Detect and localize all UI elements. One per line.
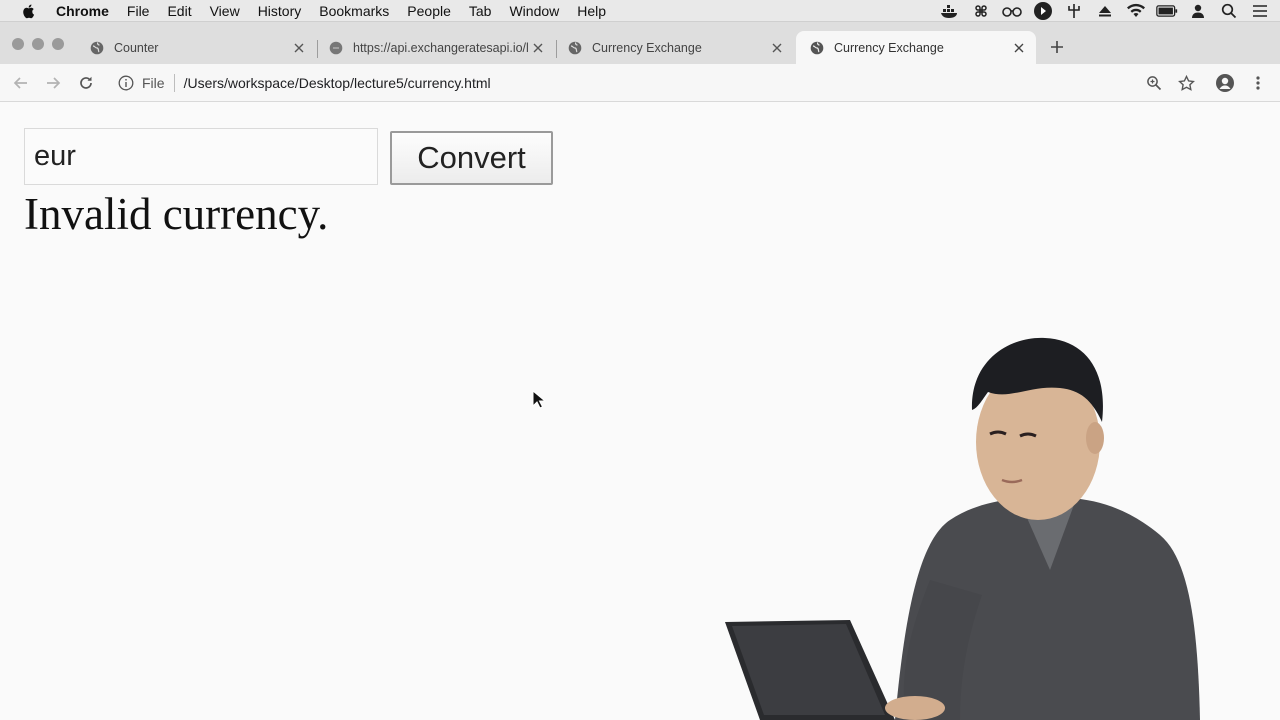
menu-view[interactable]: View: [210, 3, 240, 19]
bookmark-star-icon[interactable]: [1176, 73, 1196, 93]
globe-icon: [90, 41, 104, 54]
tab-title: Currency Exchange: [592, 40, 702, 55]
notification-center-icon[interactable]: [1249, 2, 1271, 20]
menu-history[interactable]: History: [258, 3, 302, 19]
menu-app-chrome[interactable]: Chrome: [56, 3, 109, 19]
menu-edit[interactable]: Edit: [167, 3, 191, 19]
browser-toolbar: File /Users/workspace/Desktop/lecture5/c…: [0, 64, 1280, 102]
new-tab-plus-icon[interactable]: [1046, 36, 1068, 58]
url-text[interactable]: /Users/workspace/Desktop/lecture5/curren…: [184, 75, 491, 91]
currency-input[interactable]: [24, 128, 378, 185]
back-arrow-icon[interactable]: [11, 73, 31, 93]
tab-exchangeratesapi[interactable]: https://api.exchangeratesapi.io/l: [315, 31, 555, 64]
command-key-icon[interactable]: [970, 2, 992, 20]
page-icon: [329, 41, 343, 54]
close-icon[interactable]: [1010, 39, 1028, 57]
menu-file[interactable]: File: [127, 3, 150, 19]
tab-counter[interactable]: Counter: [76, 31, 316, 64]
window-zoom-button[interactable]: [52, 38, 64, 50]
glasses-icon[interactable]: [1001, 2, 1023, 20]
user-account-icon[interactable]: [1187, 2, 1209, 20]
status-menu-extras: [939, 0, 1280, 22]
convert-button[interactable]: Convert: [390, 131, 553, 185]
more-menu-icon[interactable]: [1248, 73, 1268, 93]
menu-bookmarks[interactable]: Bookmarks: [319, 3, 389, 19]
close-icon[interactable]: [290, 39, 308, 57]
globe-icon: [810, 41, 824, 54]
presenter-video-overlay: [725, 337, 1200, 720]
menu-tab[interactable]: Tab: [469, 3, 492, 19]
close-icon[interactable]: [529, 39, 547, 57]
menu-help[interactable]: Help: [577, 3, 606, 19]
window-minimize-button[interactable]: [32, 38, 44, 50]
info-icon[interactable]: [118, 75, 134, 91]
spotlight-search-icon[interactable]: [1218, 2, 1240, 20]
tab-title: Currency Exchange: [834, 40, 944, 55]
browser-tab-strip: Counter https://api.exchangeratesapi.io/…: [0, 22, 1280, 64]
globe-icon: [568, 41, 582, 54]
address-bar[interactable]: File /Users/workspace/Desktop/lecture5/c…: [108, 68, 1208, 98]
window-close-button[interactable]: [12, 38, 24, 50]
tab-title: https://api.exchangeratesapi.io/l: [353, 40, 529, 55]
forward-arrow-icon[interactable]: [43, 73, 63, 93]
tab-currency-exchange-active[interactable]: Currency Exchange: [796, 31, 1036, 64]
pitchfork-icon[interactable]: [1063, 2, 1085, 20]
play-circle-icon[interactable]: [1032, 2, 1054, 20]
menu-people[interactable]: People: [407, 3, 451, 19]
profile-avatar-icon[interactable]: [1215, 73, 1235, 93]
reload-icon[interactable]: [76, 73, 96, 93]
menu-window[interactable]: Window: [509, 3, 559, 19]
eject-icon[interactable]: [1094, 2, 1116, 20]
result-message: Invalid currency.: [24, 189, 329, 239]
docker-icon[interactable]: [939, 2, 961, 20]
apple-icon[interactable]: [20, 2, 38, 20]
wifi-icon[interactable]: [1125, 2, 1147, 20]
close-icon[interactable]: [768, 39, 786, 57]
macos-menu-bar: Chrome File Edit View History Bookmarks …: [0, 0, 1280, 22]
address-divider: [173, 74, 175, 92]
zoom-icon[interactable]: [1144, 73, 1164, 93]
scheme-label: File: [142, 75, 165, 91]
mouse-cursor-icon: [532, 390, 546, 409]
tab-currency-exchange-1[interactable]: Currency Exchange: [554, 31, 794, 64]
tab-title: Counter: [114, 40, 159, 55]
battery-icon[interactable]: [1156, 2, 1178, 20]
